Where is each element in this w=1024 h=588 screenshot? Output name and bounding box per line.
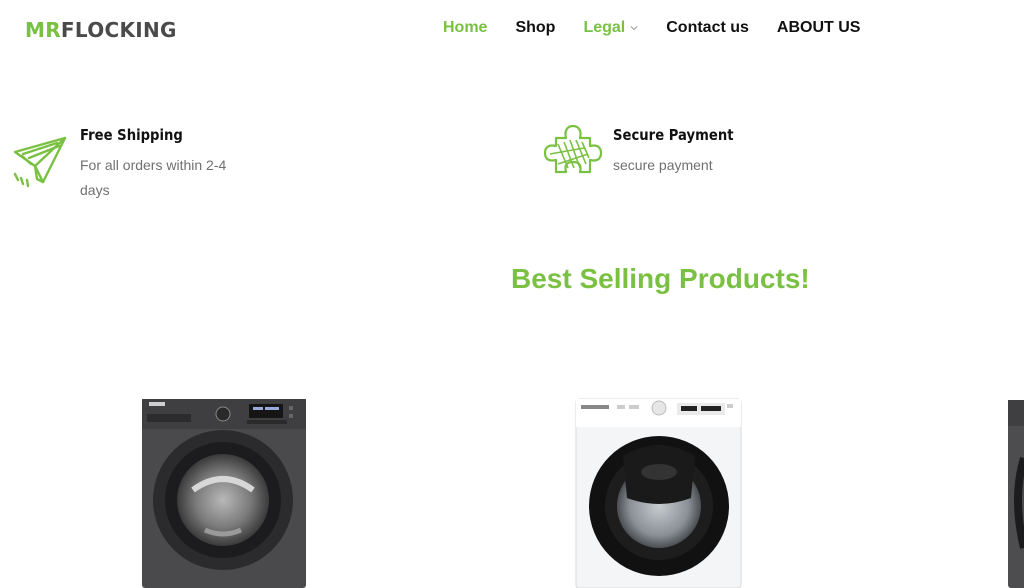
product-card[interactable]: [575, 398, 742, 588]
nav-item-home[interactable]: Home: [443, 19, 487, 37]
product-card[interactable]: [141, 398, 307, 588]
chevron-down-icon: [630, 26, 638, 31]
puzzle-piece-icon: [543, 124, 603, 183]
washing-machine-white-image: [575, 398, 742, 588]
nav-item-shop[interactable]: Shop: [515, 19, 555, 37]
feature-title: Free Shipping: [80, 126, 183, 144]
site-logo[interactable]: MRFLOCKING: [25, 18, 177, 42]
paper-plane-icon: [13, 134, 69, 193]
nav-item-about[interactable]: ABOUT US: [777, 19, 861, 37]
nav-item-contact-label: Contact us: [666, 19, 749, 36]
feature-description: For all orders within 2-4 days: [80, 157, 227, 198]
product-card[interactable]: [1006, 398, 1024, 588]
feature-description: secure payment: [613, 157, 713, 173]
washing-machine-dark-image: [142, 399, 306, 588]
nav-item-legal-label: Legal: [583, 19, 626, 36]
nav-item-contact[interactable]: Contact us: [666, 19, 749, 37]
feature-title: Secure Payment: [613, 126, 734, 144]
washing-machine-partial-image: [1008, 400, 1024, 588]
logo-part-2: FLOCKING: [60, 18, 177, 42]
nav-item-shop-label: Shop: [515, 19, 556, 36]
main-nav: Home Shop Legal Contact us ABOUT US: [443, 19, 860, 37]
nav-item-legal[interactable]: Legal: [583, 19, 638, 37]
logo-part-1: MR: [25, 18, 61, 42]
nav-item-home-label: Home: [443, 19, 488, 36]
nav-item-about-label: ABOUT US: [776, 19, 861, 36]
section-title: Best Selling Products!: [511, 263, 810, 294]
page: MRFLOCKING Home Shop Legal Contact us AB…: [0, 0, 1024, 588]
